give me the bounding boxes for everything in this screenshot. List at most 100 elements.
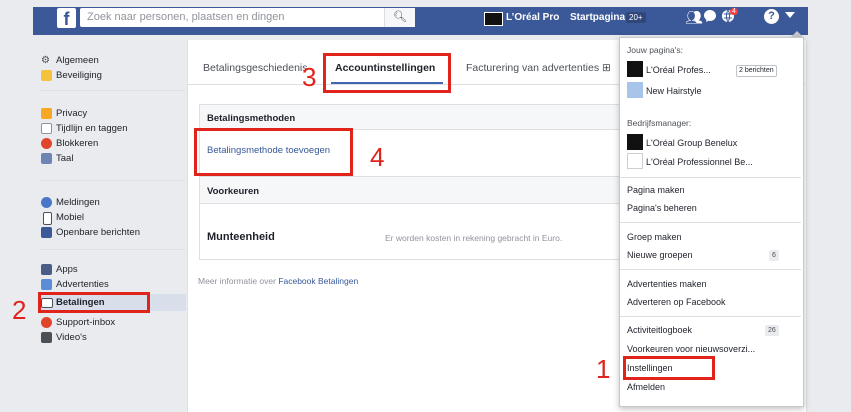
advertise-item[interactable]: Adverteren op Facebook xyxy=(627,296,726,309)
nav-label: Taal xyxy=(56,153,74,164)
manage-pages-item[interactable]: Pagina's beheren xyxy=(627,202,697,215)
new-groups-count: 6 xyxy=(769,250,779,261)
shield-icon xyxy=(41,70,52,81)
nav-label: Mobiel xyxy=(56,212,84,223)
apps-icon xyxy=(41,264,52,275)
page-item-loreal-pro[interactable]: L'Oréal Profes... xyxy=(627,61,711,77)
messages-pill: 2 berichten xyxy=(736,65,777,77)
account-menu-caret-icon[interactable] xyxy=(785,12,795,18)
nav-divider xyxy=(40,90,185,91)
annotation-number-4: 4 xyxy=(370,142,385,172)
nav-label: Apps xyxy=(56,264,78,275)
preferences-title: Voorkeuren xyxy=(207,186,260,197)
friend-requests-icon[interactable]: 👥︎ xyxy=(685,10,703,24)
search-box[interactable]: Zoek naar personen, plaatsen en dingen 🔍… xyxy=(80,8,415,27)
nav-label: Algemeen xyxy=(56,55,99,66)
home-count-badge: 20+ xyxy=(626,12,646,23)
annotation-box-add-payment xyxy=(194,128,353,176)
nav-label: Beveiliging xyxy=(56,70,102,81)
language-icon xyxy=(41,153,52,164)
timeline-icon xyxy=(41,123,52,134)
nav-security[interactable]: Beveiliging xyxy=(41,69,102,83)
nav-language[interactable]: Taal xyxy=(41,152,74,166)
search-input[interactable]: Zoek naar personen, plaatsen en dingen xyxy=(87,11,285,23)
create-page-item[interactable]: Pagina maken xyxy=(627,184,685,197)
gear-icon: ⚙︎ xyxy=(41,55,50,66)
nav-apps[interactable]: Apps xyxy=(41,263,78,277)
nav-label: Video's xyxy=(56,332,87,343)
business-item-group-benelux[interactable]: L'Oréal Group Benelux xyxy=(627,134,738,150)
facebook-logo-icon[interactable]: f xyxy=(57,8,76,28)
nav-support-inbox[interactable]: Support-inbox xyxy=(41,316,116,330)
tab-ad-billing[interactable]: Facturering van advertenties ⊞ xyxy=(466,62,611,74)
profile-link[interactable]: L’Oréal Pro xyxy=(506,12,559,23)
nav-timeline[interactable]: Tijdlijn en taggen xyxy=(41,122,128,136)
dropdown-divider xyxy=(620,316,801,317)
dropdown-divider xyxy=(620,269,801,270)
page-item-new-hairstyle[interactable]: New Hairstyle xyxy=(627,82,702,98)
location-pin-icon xyxy=(627,82,643,98)
activity-log-count: 26 xyxy=(765,325,779,336)
nav-label: Privacy xyxy=(56,108,88,119)
page-avatar xyxy=(627,61,643,77)
currency-value: Er worden kosten in rekening gebracht in… xyxy=(385,233,563,243)
messages-icon[interactable] xyxy=(703,9,717,25)
nav-label: Meldingen xyxy=(56,197,100,208)
business-avatar xyxy=(627,153,643,169)
home-link[interactable]: Startpagina xyxy=(570,12,625,23)
new-groups-item[interactable]: Nieuwe groepen xyxy=(627,249,693,262)
annotation-number-3: 3 xyxy=(302,62,317,92)
nav-label: Blokkeren xyxy=(56,138,99,149)
phone-icon xyxy=(43,212,52,225)
news-feed-preferences-item[interactable]: Voorkeuren voor nieuwsoverzi... xyxy=(627,343,755,356)
create-group-item[interactable]: Groep maken xyxy=(627,231,682,244)
annotation-number-2: 2 xyxy=(12,295,27,325)
nav-mobile[interactable]: Mobiel xyxy=(43,211,84,225)
notifications-badge: 4 xyxy=(730,8,738,15)
business-avatar xyxy=(627,134,643,150)
currency-label: Munteenheid xyxy=(207,231,275,243)
your-pages-heading: Jouw pagina's: xyxy=(627,45,683,55)
facebook-payments-link[interactable]: Facebook Betalingen xyxy=(278,276,358,286)
dropdown-divider xyxy=(620,222,801,223)
dropdown-divider xyxy=(620,177,801,178)
brand-avatar[interactable] xyxy=(484,12,503,26)
activity-log-item[interactable]: Activiteitlogboek xyxy=(627,324,692,337)
business-item-professionnel[interactable]: L'Oréal Professionnel Be... xyxy=(627,153,753,169)
payments-info-text: Meer informatie over Facebook Betalingen xyxy=(198,276,358,286)
preferences-header xyxy=(200,176,640,204)
nav-general[interactable]: ⚙︎ Algemeen xyxy=(41,54,99,68)
page-label: New Hairstyle xyxy=(646,86,702,96)
nav-privacy[interactable]: Privacy xyxy=(41,107,88,121)
business-manager-heading: Bedrijfsmanager: xyxy=(627,118,692,128)
nav-label: Support-inbox xyxy=(56,317,116,328)
payment-methods-title: Betalingsmethoden xyxy=(207,113,296,124)
create-ads-item[interactable]: Advertenties maken xyxy=(627,278,707,291)
nav-label: Tijdlijn en taggen xyxy=(56,123,128,134)
log-out-item[interactable]: Afmelden xyxy=(627,381,665,394)
tab-payment-history[interactable]: Betalingsgeschiedenis xyxy=(203,62,308,74)
business-label: L'Oréal Group Benelux xyxy=(646,138,738,148)
nav-blocking[interactable]: Blokkeren xyxy=(41,137,99,151)
annotation-box-payments xyxy=(38,292,150,313)
page-label: L'Oréal Profes... xyxy=(646,65,711,75)
block-icon xyxy=(41,138,52,149)
globe-icon xyxy=(41,197,52,208)
film-icon xyxy=(41,332,52,343)
nav-label: Openbare berichten xyxy=(56,227,140,238)
annotation-box-account-settings xyxy=(323,53,451,93)
nav-divider xyxy=(40,180,185,181)
lock-icon xyxy=(41,108,52,119)
rss-icon xyxy=(41,227,52,238)
nav-divider xyxy=(40,249,185,250)
ads-icon xyxy=(41,279,52,290)
help-icon[interactable]: ? xyxy=(764,9,779,24)
nav-notifications[interactable]: Meldingen xyxy=(41,196,100,210)
nav-public-posts[interactable]: Openbare berichten xyxy=(41,226,140,240)
lifebuoy-icon xyxy=(41,317,52,328)
nav-ads[interactable]: Advertenties xyxy=(41,278,109,292)
annotation-number-1: 1 xyxy=(596,354,611,384)
nav-videos[interactable]: Video's xyxy=(41,331,87,345)
search-icon[interactable]: 🔍︎ xyxy=(384,8,415,27)
nav-label: Advertenties xyxy=(56,279,109,290)
